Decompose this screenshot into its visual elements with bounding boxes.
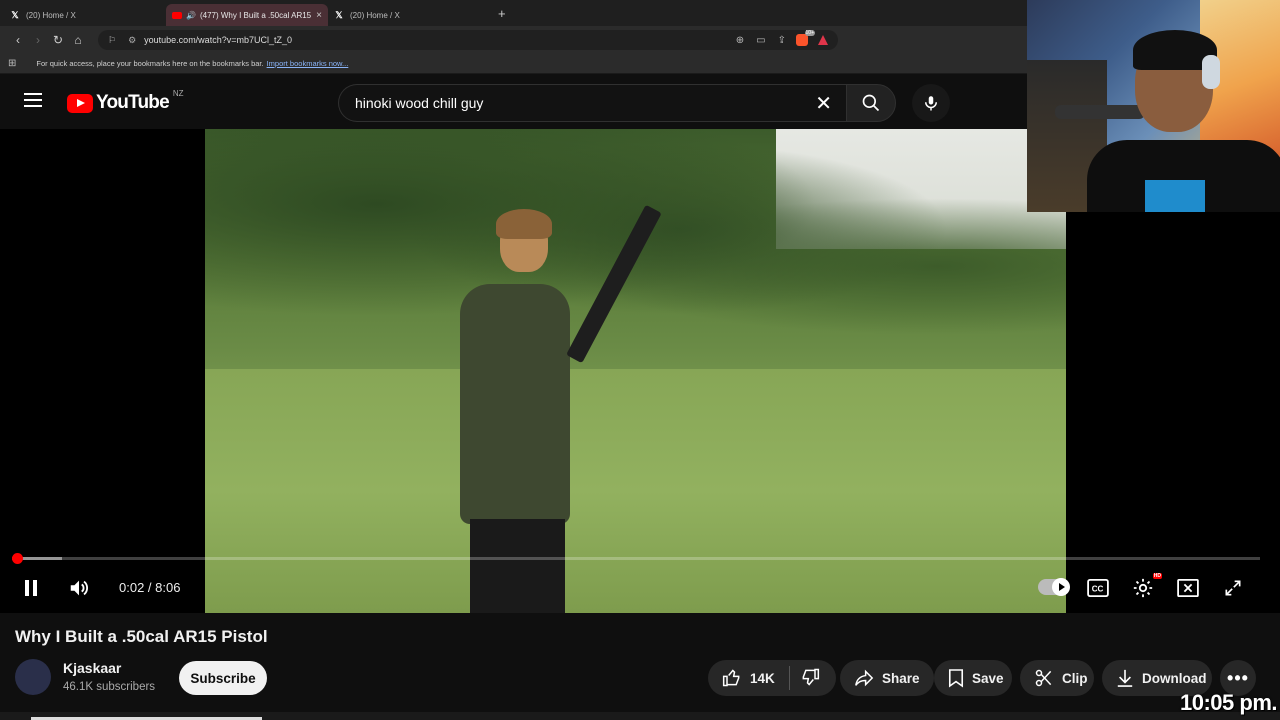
back-icon[interactable]: ‹ [8, 33, 28, 47]
progress-bar[interactable] [11, 553, 1260, 564]
clear-search-icon[interactable]: ✕ [815, 91, 832, 116]
like-dislike-group: 14K [708, 660, 836, 696]
forward-icon[interactable]: › [28, 33, 48, 47]
time-display: 0:02 / 8:06 [119, 580, 181, 595]
youtube-favicon-icon [172, 11, 182, 19]
home-icon[interactable]: ⌂ [68, 33, 88, 47]
browser-tab-3[interactable]: 𝕏 (20) Home / X [328, 4, 490, 26]
url-text[interactable]: youtube.com/watch?v=mb7UCl_tZ_0 [144, 35, 724, 45]
brave-shields-icon[interactable]: 10+ [796, 30, 815, 46]
dislike-button[interactable] [800, 667, 820, 690]
x-logo-icon: 𝕏 [11, 9, 19, 20]
pause-button[interactable] [20, 571, 42, 605]
subscribe-button[interactable]: Subscribe [179, 661, 267, 695]
autoplay-toggle[interactable] [1038, 578, 1070, 596]
channel-name[interactable]: Kjaskaar [63, 660, 121, 676]
clip-label: Clip [1062, 670, 1088, 686]
share-button[interactable]: Share [840, 660, 934, 696]
video-frame[interactable] [205, 129, 1066, 613]
brave-rewards-icon[interactable] [818, 35, 828, 45]
tab-title: (20) Home / X [350, 10, 400, 20]
autoplay-knob [1052, 578, 1070, 596]
scrubber-handle[interactable] [11, 553, 23, 564]
volume-button[interactable] [66, 571, 92, 605]
country-code: NZ [172, 88, 184, 98]
overlay-clock: 10:05 pm. [1180, 690, 1278, 715]
streamer-microphone [1055, 105, 1145, 119]
import-bookmarks-link[interactable]: Import bookmarks now... [267, 59, 349, 68]
miniplayer-icon [1177, 579, 1199, 597]
site-info-icon[interactable]: ⚙ [128, 35, 136, 46]
save-button[interactable]: Save [934, 660, 1012, 696]
settings-button[interactable]: HD [1126, 571, 1162, 605]
new-tab-button[interactable]: + [498, 6, 506, 21]
browser-tab-1[interactable]: 𝕏 (20) Home / X [4, 4, 166, 26]
download-label: Download [1142, 670, 1207, 686]
share-page-icon[interactable]: ⇪ [778, 35, 786, 46]
miniplayer-button[interactable] [1171, 571, 1205, 605]
brave-badge: 10+ [804, 30, 815, 36]
apps-grid-icon[interactable]: ⊞ [8, 58, 16, 69]
expand-icon [1225, 580, 1241, 596]
bookmarks-bar: ⊞ For quick access, place your bookmarks… [0, 54, 1028, 74]
youtube-logo[interactable]: YouTube NZ [67, 88, 184, 114]
youtube-play-icon [67, 93, 93, 113]
speaker-icon[interactable]: 🔊 [186, 11, 196, 20]
like-button[interactable] [722, 668, 742, 688]
save-label: Save [972, 670, 1004, 686]
search-icon [862, 94, 880, 112]
volume-icon [70, 580, 88, 596]
bookmark-save-icon [948, 668, 964, 688]
address-bar[interactable]: ⚐ ⚙ youtube.com/watch?v=mb7UCl_tZ_0 ⊕ ▭ … [98, 30, 838, 50]
headset-icon [1202, 55, 1220, 89]
captions-button[interactable]: CC [1081, 571, 1115, 605]
download-icon [1116, 668, 1134, 688]
browser-tab-2[interactable]: 🔊 (477) Why I Built a .50cal AR15 Pistol… [166, 4, 328, 26]
tab-title: (477) Why I Built a .50cal AR15 Pistol -… [199, 10, 312, 20]
x-logo-icon: 𝕏 [335, 9, 343, 20]
share-label: Share [882, 670, 920, 686]
menu-icon[interactable] [24, 93, 42, 107]
scissors-icon [1034, 668, 1054, 688]
search-input[interactable]: hinoki wood chill guy ✕ [338, 84, 846, 122]
fullscreen-button[interactable] [1216, 571, 1250, 605]
reload-icon[interactable]: ↻ [48, 33, 68, 47]
like-count[interactable]: 14K [750, 671, 775, 686]
cast-icon[interactable]: ▭ [756, 35, 765, 46]
zoom-icon[interactable]: ⊕ [736, 35, 744, 46]
youtube-wordmark: YouTube [96, 92, 170, 113]
search-query[interactable]: hinoki wood chill guy [355, 95, 815, 111]
browser-toolbar: ‹ › ↻ ⌂ ⚐ ⚙ youtube.com/watch?v=mb7UCl_t… [0, 26, 1028, 54]
screen: 𝕏 (20) Home / X 🔊 (477) Why I Built a .5… [0, 0, 1280, 720]
share-icon [854, 669, 874, 687]
video-field [205, 369, 1066, 613]
tab-title: (20) Home / X [26, 10, 76, 20]
subscriber-count: 46.1K subscribers [63, 681, 156, 693]
channel-avatar[interactable] [15, 659, 51, 695]
bookmarks-message: For quick access, place your bookmarks h… [36, 59, 264, 68]
clip-button[interactable]: Clip [1020, 660, 1094, 696]
video-title: Why I Built a .50cal AR15 Pistol [15, 627, 268, 646]
microphone-icon [925, 96, 937, 111]
bookmark-icon[interactable]: ⚐ [108, 35, 116, 46]
gear-icon [1133, 578, 1153, 598]
thumbs-up-icon [722, 669, 740, 687]
search-button[interactable] [846, 84, 896, 122]
like-divider [788, 666, 790, 690]
thumbs-down-icon [802, 668, 819, 686]
close-tab-icon[interactable]: × [316, 10, 322, 21]
webcam-overlay [1027, 0, 1280, 212]
svg-text:CC: CC [1092, 585, 1104, 594]
captions-icon: CC [1087, 579, 1109, 597]
voice-search-button[interactable] [912, 84, 950, 122]
hd-badge: HD [1152, 573, 1162, 579]
browser-tab-bar: 𝕏 (20) Home / X 🔊 (477) Why I Built a .5… [0, 0, 1028, 26]
video-person [460, 189, 570, 613]
